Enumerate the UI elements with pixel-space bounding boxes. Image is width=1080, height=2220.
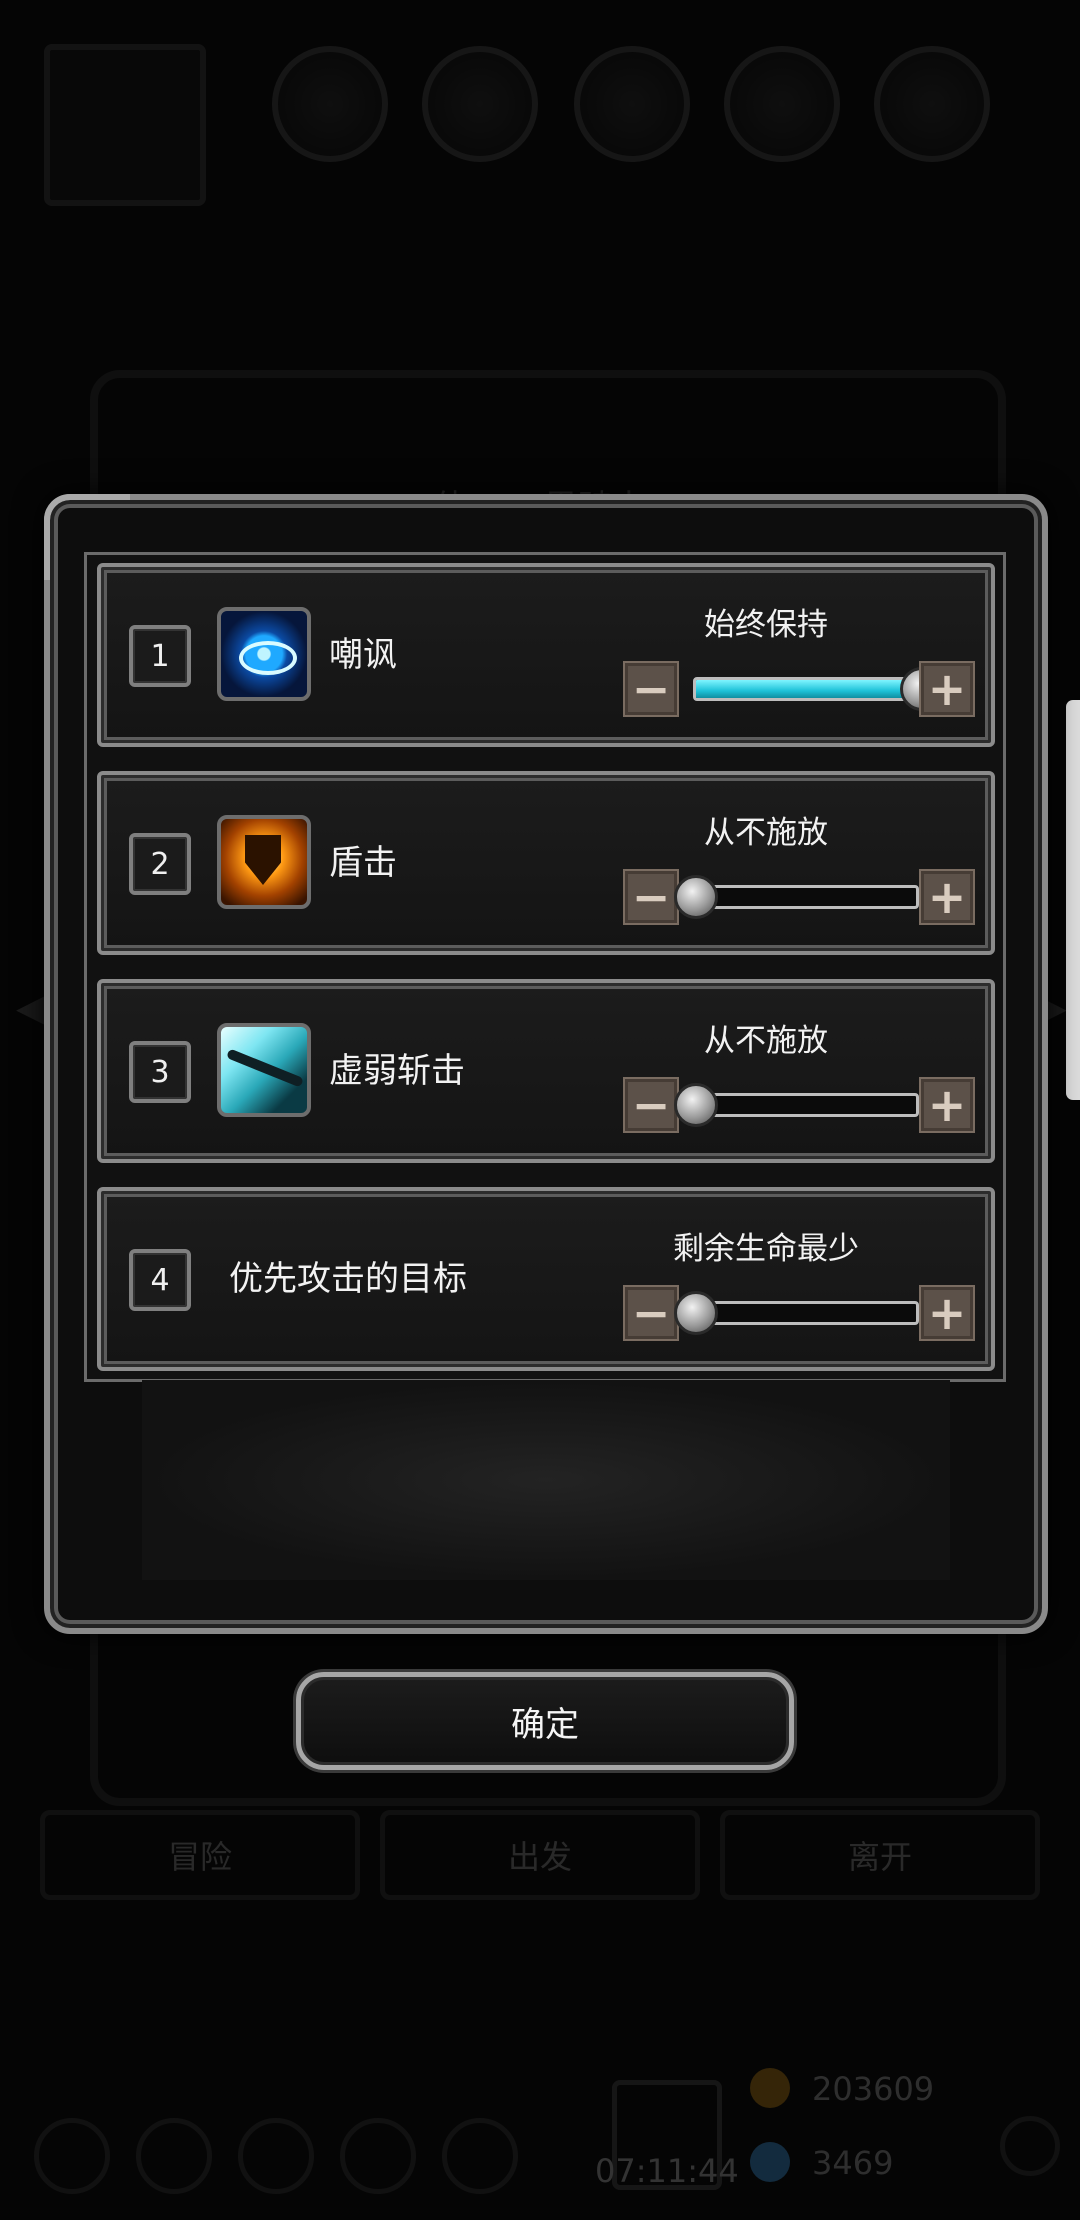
left-arrow-icon: ◀ — [16, 985, 47, 1031]
menu-3-icon — [238, 2118, 314, 2194]
tab-leave: 离开 — [720, 1810, 1040, 1900]
gold-coin-icon — [750, 2068, 790, 2108]
cast-mode-label: 从不施放 — [704, 815, 828, 851]
increase-button[interactable]: + — [919, 1285, 975, 1341]
confirm-button[interactable]: 确定 — [296, 1672, 794, 1770]
add-icon — [1000, 2116, 1060, 2176]
tab-adventure: 冒险 — [40, 1810, 360, 1900]
equip-slot-4-icon — [724, 46, 840, 162]
slider-knob[interactable] — [674, 875, 718, 919]
menu-5-icon — [442, 2118, 518, 2194]
screen: 体743 黑骑士 ◀ ▶ 冒险 出发 离开 203609 3469 07:11:… — [0, 0, 1080, 2220]
cast-mode-label: 剩余生命最少 — [673, 1231, 859, 1267]
skill-row-1: 1 嘲讽 始终保持 − + — [97, 563, 995, 747]
skill-row-3: 3 虚弱斩击 从不施放 − + — [97, 979, 995, 1163]
skill-list: 1 嘲讽 始终保持 − + 2 盾击 从不施放 − + 3 虚弱斩击 从不施放 … — [84, 552, 1006, 1382]
skill-index: 2 — [129, 833, 191, 895]
equip-slot-1-icon — [272, 46, 388, 162]
skill-name: 嘲讽 — [329, 635, 397, 675]
timer: 07:11:44 — [595, 2152, 739, 2190]
increase-button[interactable]: + — [919, 661, 975, 717]
skill-index: 1 — [129, 625, 191, 687]
slash-icon — [217, 1023, 311, 1117]
skill-settings-dialog: 1 嘲讽 始终保持 − + 2 盾击 从不施放 − + 3 虚弱斩击 从不施放 … — [44, 494, 1048, 1634]
increase-button[interactable]: + — [919, 869, 975, 925]
background-tabs: 冒险 出发 离开 — [40, 1810, 1040, 1900]
edge-swipe-handle[interactable] — [1066, 700, 1080, 1100]
gold-amount: 203609 — [812, 2070, 935, 2108]
cast-mode-slider[interactable] — [693, 677, 919, 701]
cast-mode-slider[interactable] — [693, 885, 919, 909]
tab-depart: 出发 — [380, 1810, 700, 1900]
character-slot — [44, 44, 206, 206]
gem-icon — [750, 2142, 790, 2182]
decrease-button[interactable]: − — [623, 661, 679, 717]
decrease-button[interactable]: − — [623, 1285, 679, 1341]
gem-amount: 3469 — [812, 2144, 894, 2182]
decrease-button[interactable]: − — [623, 869, 679, 925]
dialog-empty-area — [142, 1380, 950, 1580]
eye-icon — [217, 607, 311, 701]
menu-4-icon — [340, 2118, 416, 2194]
skill-row-2: 2 盾击 从不施放 − + — [97, 771, 995, 955]
shield-icon — [217, 815, 311, 909]
skill-name: 虚弱斩击 — [329, 1051, 465, 1091]
target-priority-slider[interactable] — [693, 1301, 919, 1325]
equip-slot-2-icon — [422, 46, 538, 162]
skill-index: 3 — [129, 1041, 191, 1103]
menu-1-icon — [34, 2118, 110, 2194]
equip-slot-3-icon — [574, 46, 690, 162]
slider-knob[interactable] — [674, 1291, 718, 1335]
equip-slot-5-icon — [874, 46, 990, 162]
cast-mode-label: 从不施放 — [704, 1023, 828, 1059]
slider-fill — [696, 680, 916, 698]
decrease-button[interactable]: − — [623, 1077, 679, 1133]
increase-button[interactable]: + — [919, 1077, 975, 1133]
skill-name: 盾击 — [329, 843, 397, 883]
skill-index: 4 — [129, 1249, 191, 1311]
target-priority-label: 优先攻击的目标 — [229, 1259, 467, 1299]
slider-knob[interactable] — [674, 1083, 718, 1127]
menu-2-icon — [136, 2118, 212, 2194]
cast-mode-label: 始终保持 — [704, 607, 828, 643]
cast-mode-slider[interactable] — [693, 1093, 919, 1117]
skill-row-4: 4 优先攻击的目标 剩余生命最少 − + — [97, 1187, 995, 1371]
